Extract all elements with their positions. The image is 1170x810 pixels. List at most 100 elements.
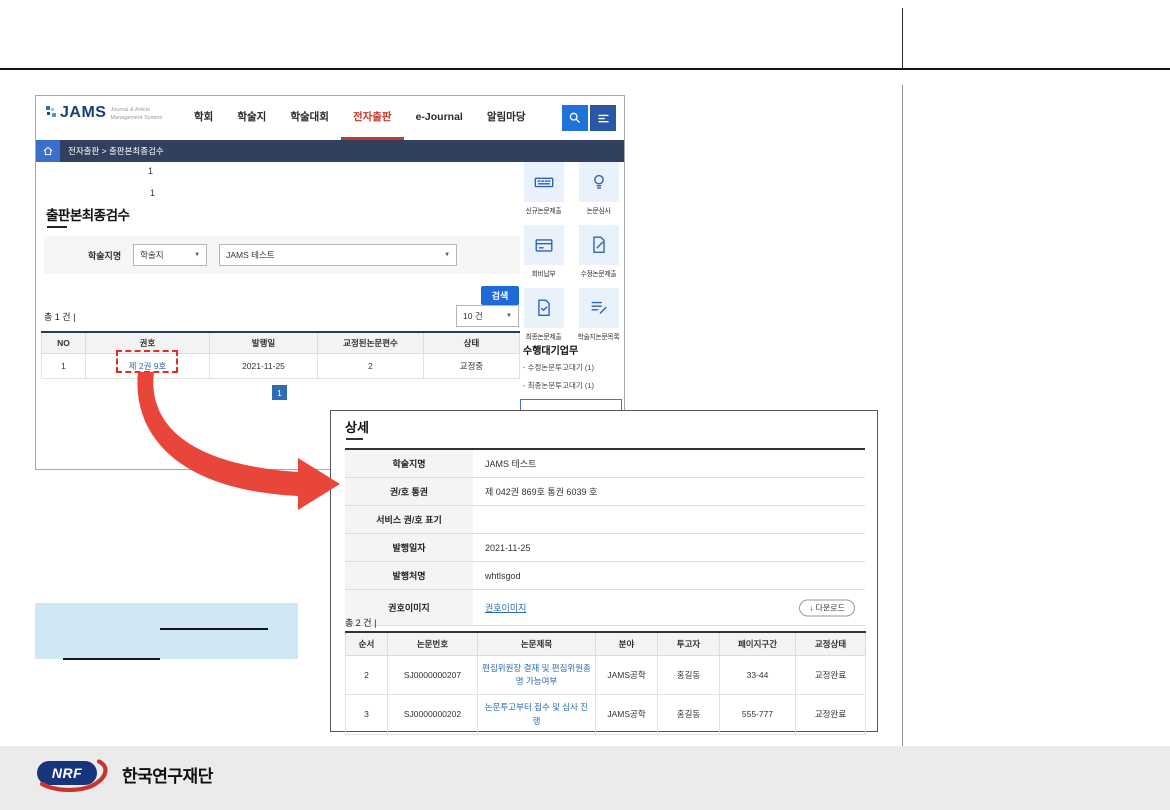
articles-header-row: 순서 논문번호 논문제목 분야 투고자 페이지구간 교정상태 — [346, 632, 866, 656]
payment-doc-icon — [524, 225, 564, 265]
logo-subtitle: Journal & Article Management System — [110, 107, 162, 123]
cell-correction-status: 교정완료 — [796, 656, 866, 695]
header-search-button[interactable] — [562, 105, 588, 131]
hamburger-icon — [596, 111, 611, 126]
nrf-logo: NRF — [36, 754, 114, 792]
field-value: 2021-11-25 — [473, 534, 865, 562]
quickmenu-new-paper[interactable]: 신규논문제출 — [520, 162, 567, 215]
field-label: 학술지명 — [345, 449, 473, 478]
org-name: 한국연구재단 — [122, 762, 213, 787]
nav-item-ejournal[interactable]: e-Journal — [404, 96, 475, 140]
table-header-row: NO 권호 발행일 교정된논문편수 상태 — [42, 332, 520, 354]
chevron-down-icon: ▼ — [506, 313, 512, 319]
nav-item-conference[interactable]: 학술대회 — [278, 96, 341, 140]
col-paper-title: 논문제목 — [478, 632, 596, 656]
col-field: 분야 — [596, 632, 658, 656]
col-order: 순서 — [346, 632, 388, 656]
quickmenu-label: 논문심사 — [587, 205, 611, 215]
field-row-journal-name: 학술지명 JAMS 테스트 — [345, 449, 865, 478]
highlight-dashed-box — [116, 350, 178, 373]
field-label: 서비스 권/호 표기 — [345, 506, 473, 534]
nav-item-epublish[interactable]: 전자출판 — [341, 96, 404, 140]
annotation-highlight-box — [35, 603, 298, 659]
article-title-link[interactable]: 편집위원장 결재 및 편집위원총명 가능여부 — [482, 663, 591, 686]
search-form: 학술지명 학술지▼ JAMS 테스트▼ — [44, 236, 520, 274]
header-menu-button[interactable] — [590, 105, 616, 131]
cell-paper-id: SJ0000000207 — [388, 656, 478, 695]
quickmenu-review[interactable]: 논문심사 — [575, 162, 622, 215]
main-nav: 학회 학술지 학술대회 전자출판 e-Journal 알림마당 — [182, 96, 538, 140]
page-size-select[interactable]: 10 건▼ — [456, 305, 519, 327]
article-title-link[interactable]: 논문투고부터 접수 및 심사 진행 — [485, 702, 588, 725]
lightbulb-icon — [579, 162, 619, 202]
cell-status: 교정중 — [424, 354, 520, 379]
field-label: 발행처명 — [345, 562, 473, 590]
page-title-underline — [47, 226, 67, 228]
field-row-issue-image: 권호이미지 권호이미지 ↓ 다운로드 — [345, 590, 865, 626]
nav-item-notice[interactable]: 알림마당 — [475, 96, 538, 140]
stray-mark: 1 — [150, 188, 155, 198]
breadcrumb-bar: 전자출판 > 출판본최종검수 — [36, 140, 624, 162]
field-label: 발행일자 — [345, 534, 473, 562]
document-header-rule — [0, 68, 1170, 70]
quickmenu-revised-paper[interactable]: 수정논문제출 — [575, 225, 622, 278]
document-header-divider — [902, 8, 903, 68]
pending-task-revised[interactable]: - 수정논문투고대기 (1) — [523, 362, 594, 373]
cell-page-range: 555-777 — [720, 695, 796, 734]
cell-paper-id: SJ0000000202 — [388, 695, 478, 734]
check-doc-icon — [524, 288, 564, 328]
chevron-down-icon: ▼ — [444, 252, 450, 258]
quickmenu-fee-payment[interactable]: 회비납부 — [520, 225, 567, 278]
result-count: 총 1 건 | — [44, 310, 75, 323]
stray-mark: 1 — [148, 166, 153, 176]
cell-field: JAMS공학 — [596, 656, 658, 695]
annotation-arrow — [128, 372, 348, 522]
articles-table: 순서 논문번호 논문제목 분야 투고자 페이지구간 교정상태 2 SJ00000… — [345, 631, 866, 735]
cell-author: 홍길동 — [658, 695, 720, 734]
field-value: JAMS 테스트 — [473, 449, 865, 478]
cell-no: 1 — [42, 354, 86, 379]
col-correction-status: 교정상태 — [796, 632, 866, 656]
col-publish-date: 발행일 — [210, 332, 318, 354]
field-row-publisher: 발행처명 whtlsgod — [345, 562, 865, 590]
pending-task-final[interactable]: - 최종논문투고대기 (1) — [523, 380, 594, 391]
document-column-divider — [902, 85, 903, 746]
logo-title: JAMS — [60, 105, 106, 121]
home-icon — [42, 145, 54, 157]
quickmenu-final-paper[interactable]: 최종논문제출 — [520, 288, 567, 341]
field-value — [473, 506, 865, 534]
nrf-logo-text: NRF — [37, 761, 97, 785]
nav-item-journal[interactable]: 학술지 — [225, 96, 278, 140]
quickmenu-label: 학술지논문목록 — [578, 331, 620, 341]
article-row: 3 SJ0000000202 논문투고부터 접수 및 심사 진행 JAMS공학 … — [346, 695, 866, 734]
cell-order: 2 — [346, 656, 388, 695]
search-button[interactable]: 검색 — [481, 286, 519, 305]
field-row-publish-date: 발행일자 2021-11-25 — [345, 534, 865, 562]
nav-item-society[interactable]: 학회 — [182, 96, 225, 140]
journal-name-label: 학술지명 — [88, 249, 121, 262]
jams-logo[interactable]: JAMS Journal & Article Management System — [45, 105, 162, 123]
quickmenu-label: 회비납부 — [532, 268, 556, 278]
journal-name-select[interactable]: JAMS 테스트▼ — [219, 244, 457, 266]
cell-field: JAMS공학 — [596, 695, 658, 734]
field-value: 제 042권 869호 통권 6039 호 — [473, 478, 865, 506]
quickmenu-label: 최종논문제출 — [526, 331, 562, 341]
quickmenu-paper-list[interactable]: 학술지논문목록 — [575, 288, 622, 341]
detail-title-underline — [346, 438, 363, 440]
issue-image-link[interactable]: 권호이미지 — [485, 603, 526, 613]
list-pencil-icon — [579, 288, 619, 328]
journal-type-select[interactable]: 학술지▼ — [133, 244, 207, 266]
jams-header: JAMS Journal & Article Management System… — [36, 96, 624, 140]
cell-order: 3 — [346, 695, 388, 734]
cell-page-range: 33-44 — [720, 656, 796, 695]
download-button[interactable]: ↓ 다운로드 — [799, 599, 855, 616]
home-button[interactable] — [36, 140, 60, 162]
col-paper-id: 논문번호 — [388, 632, 478, 656]
col-corrected-count: 교정된논문편수 — [318, 332, 424, 354]
field-row-service-volume: 서비스 권/호 표기 — [345, 506, 865, 534]
col-author: 투고자 — [658, 632, 720, 656]
cell-author: 홍길동 — [658, 656, 720, 695]
quickmenu-label: 신규논문제출 — [526, 205, 562, 215]
quickmenu-label: 수정논문제출 — [581, 268, 617, 278]
article-row: 2 SJ0000000207 편집위원장 결재 및 편집위원총명 가능여부 JA… — [346, 656, 866, 695]
